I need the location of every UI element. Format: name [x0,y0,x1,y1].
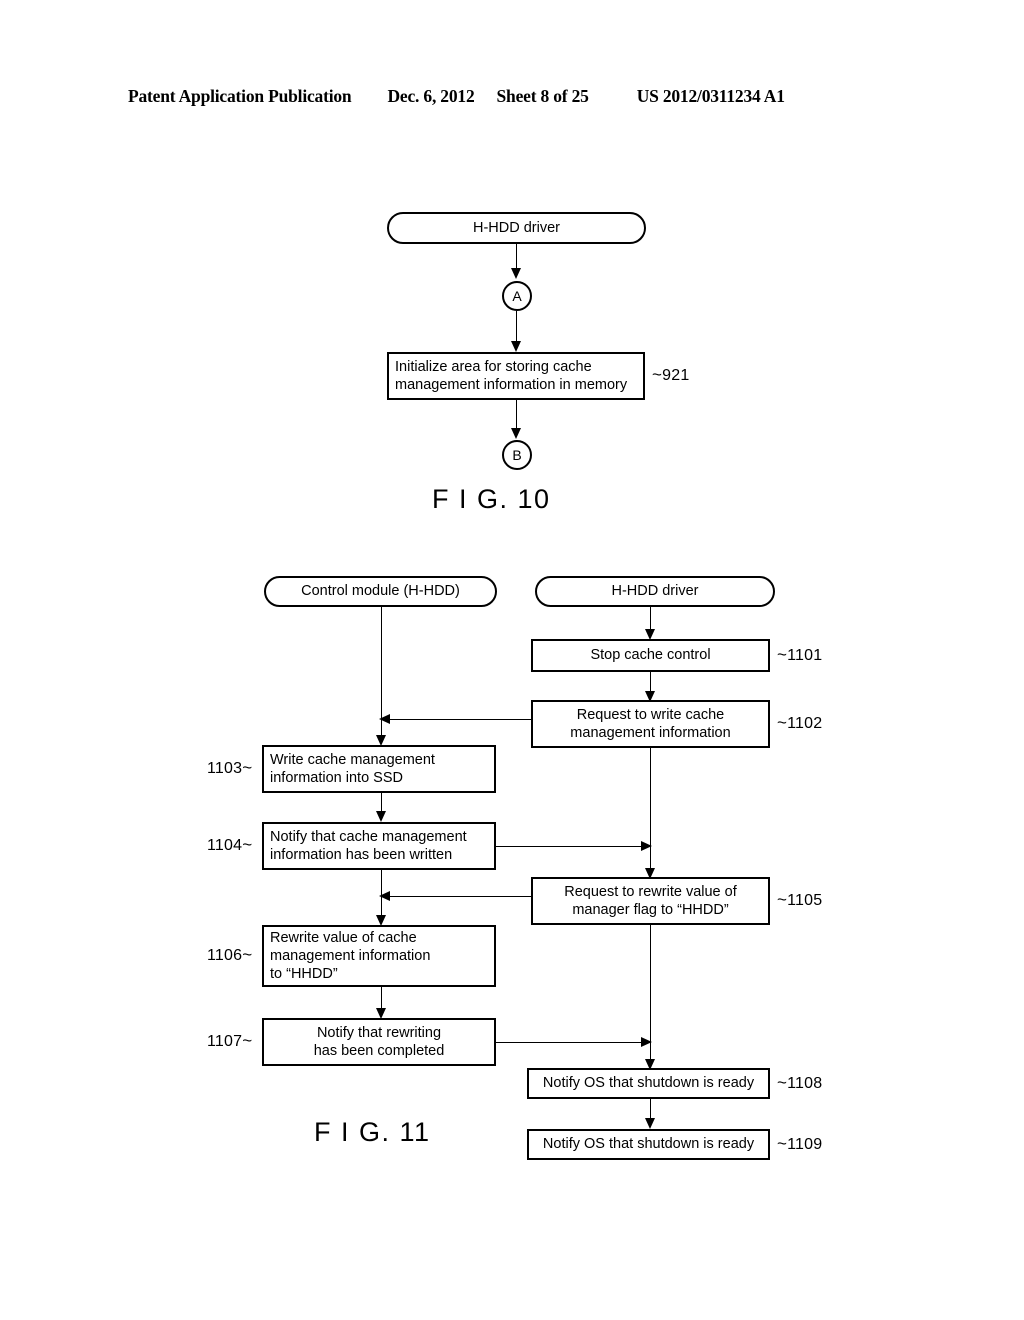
fig10-step-921-line2: management information in memory [395,377,628,393]
fig11-ref-1107-tilde: ~ [242,1031,253,1050]
header-sheet-number: Sheet 8 of 25 [496,86,589,106]
fig11-caption: F I G. 11 [314,1117,431,1147]
fig11-arrowhead-1108-to-1109 [645,1118,655,1129]
fig11-step-1109: Notify OS that shutdown is ready [527,1129,770,1160]
fig11-ref-1109: ~1109 [777,1134,822,1154]
fig11-ref-1101-tilde: ~ [777,645,788,664]
fig11-line-1101-to-1102 [650,672,651,693]
fig10-line-921-to-b [516,400,517,430]
fig11-cross-line-1107-to-right-lane [496,1042,648,1043]
fig11-step-1106-line2: management information [270,947,431,964]
fig11-left-lane-label: Control module (H-HDD) [301,583,460,600]
fig10-arrowhead-to-a [511,268,521,279]
fig11-ref-1104-number: 1104 [207,837,243,854]
fig11-step-1108-line1: Notify OS that shutdown is ready [542,1075,755,1092]
fig11-ref-1106-number: 1106 [207,947,243,964]
fig11-step-1105-line2: manager flag to “HHDD” [572,902,729,918]
fig11-step-1102-line1: Request to write cache [576,706,725,723]
fig11-right-lane-spine-top [650,607,651,631]
fig10-arrowhead-to-921 [511,341,521,352]
fig11-ref-1108-number: 1108 [787,1075,823,1092]
fig11-ref-1105-tilde: ~ [777,890,788,909]
fig11-ref-1103: 1103~ [207,758,252,778]
header-patent-number: US 2012/0311234 A1 [636,86,785,106]
fig11-arrowhead-1104-to-right-lane [641,841,652,851]
fig10-connector-b: B [502,440,532,470]
fig10-step-921-line1: Initialize area for storing cache [395,358,592,375]
fig10-arrowhead-to-b [511,428,521,439]
fig11-step-1107-line2: has been completed [313,1043,445,1059]
fig11-line-1108-to-1109 [650,1099,651,1120]
fig11-step-1104: Notify that cache management information… [262,822,496,870]
fig10-step-921: Initialize area for storing cache manage… [387,352,645,400]
fig11-ref-1102: ~1102 [777,713,822,733]
fig11-step-1102: Request to write cache management inform… [531,700,770,748]
fig11-ref-1108-tilde: ~ [777,1073,788,1092]
fig11-step-1105: Request to rewrite value of manager flag… [531,877,770,925]
fig11-step-1101-line1: Stop cache control [590,647,711,664]
fig10-start-terminator: H-HDD driver [387,212,646,244]
fig11-line-1106-to-1107 [381,987,382,1010]
fig11-ref-1109-number: 1109 [787,1136,823,1153]
fig10-connector-a-label: A [512,288,522,304]
fig11-step-1103: Write cache management information into … [262,745,496,793]
fig11-step-1107-line1: Notify that rewriting [316,1024,442,1041]
fig11-ref-1108: ~1108 [777,1073,822,1093]
fig11-arrowhead-1102-to-left-lane [379,714,390,724]
fig11-step-1103-line2: information into SSD [270,770,403,786]
fig11-ref-1105: ~1105 [777,890,822,910]
fig11-arrowhead-1107-to-right-lane [641,1037,652,1047]
fig11-right-lane-terminator: H-HDD driver [535,576,775,607]
fig11-step-1101: Stop cache control [531,639,770,672]
header-publication-title: Patent Application Publication [128,86,352,106]
fig11-cross-line-1102-to-left-lane [386,719,531,720]
fig11-right-lane-label: H-HDD driver [611,583,699,600]
fig11-ref-1104: 1104~ [207,835,252,855]
fig11-line-1102-to-1105 [650,748,651,876]
page-header: Patent Application Publication Dec. 6, 2… [128,86,896,110]
fig11-step-1106-line1: Rewrite value of cache [270,929,417,946]
fig10-ref-921-number: 921 [662,367,690,384]
fig11-step-1109-line1: Notify OS that shutdown is ready [542,1136,755,1153]
fig11-arrowhead-1103-to-1104 [376,811,386,822]
fig10-ref-921-tilde: ~ [652,365,663,384]
fig11-ref-1104-tilde: ~ [242,835,253,854]
fig11-ref-1106: 1106~ [207,945,252,965]
fig11-ref-1103-tilde: ~ [242,758,253,777]
fig10-connector-a: A [502,281,532,311]
fig11-ref-1102-tilde: ~ [777,713,788,732]
fig10-caption: F I G. 10 [432,484,551,514]
fig10-connector-b-label: B [512,447,522,463]
fig11-ref-1101-number: 1101 [787,647,823,664]
fig11-cross-line-1105-to-left-lane [386,896,531,897]
fig11-line-1103-to-1104 [381,793,382,813]
header-date: Dec. 6, 2012 [387,86,475,106]
fig11-ref-1103-number: 1103 [207,760,243,777]
fig11-step-1102-line2: management information [570,725,731,741]
fig11-ref-1107: 1107~ [207,1031,252,1051]
fig11-step-1106: Rewrite value of cache management inform… [262,925,496,987]
fig10-start-terminator-label: H-HDD driver [473,219,560,236]
fig11-step-1108: Notify OS that shutdown is ready [527,1068,770,1099]
fig11-step-1104-line2: information has been written [270,847,453,863]
fig11-step-1104-line1: Notify that cache management [270,828,467,845]
fig11-step-1103-line1: Write cache management [270,751,435,768]
fig11-ref-1109-tilde: ~ [777,1134,788,1153]
fig10-ref-921: ~921 [652,365,689,385]
fig10-line-a-to-921 [516,311,517,343]
fig11-cross-line-1104-to-right-lane [496,846,648,847]
fig11-step-1106-line3: to “HHDD” [270,966,338,983]
fig11-ref-1106-tilde: ~ [242,945,253,964]
fig11-ref-1107-number: 1107 [207,1033,243,1050]
fig11-ref-1102-number: 1102 [787,715,823,732]
fig11-ref-1105-number: 1105 [787,892,823,909]
fig11-ref-1101: ~1101 [777,645,822,665]
fig10-line-start-to-a [516,244,517,270]
fig11-step-1107: Notify that rewriting has been completed [262,1018,496,1066]
fig11-left-lane-terminator: Control module (H-HDD) [264,576,497,607]
fig11-arrowhead-1105-to-left-lane [379,891,390,901]
fig11-step-1105-line1: Request to rewrite value of [564,883,737,900]
